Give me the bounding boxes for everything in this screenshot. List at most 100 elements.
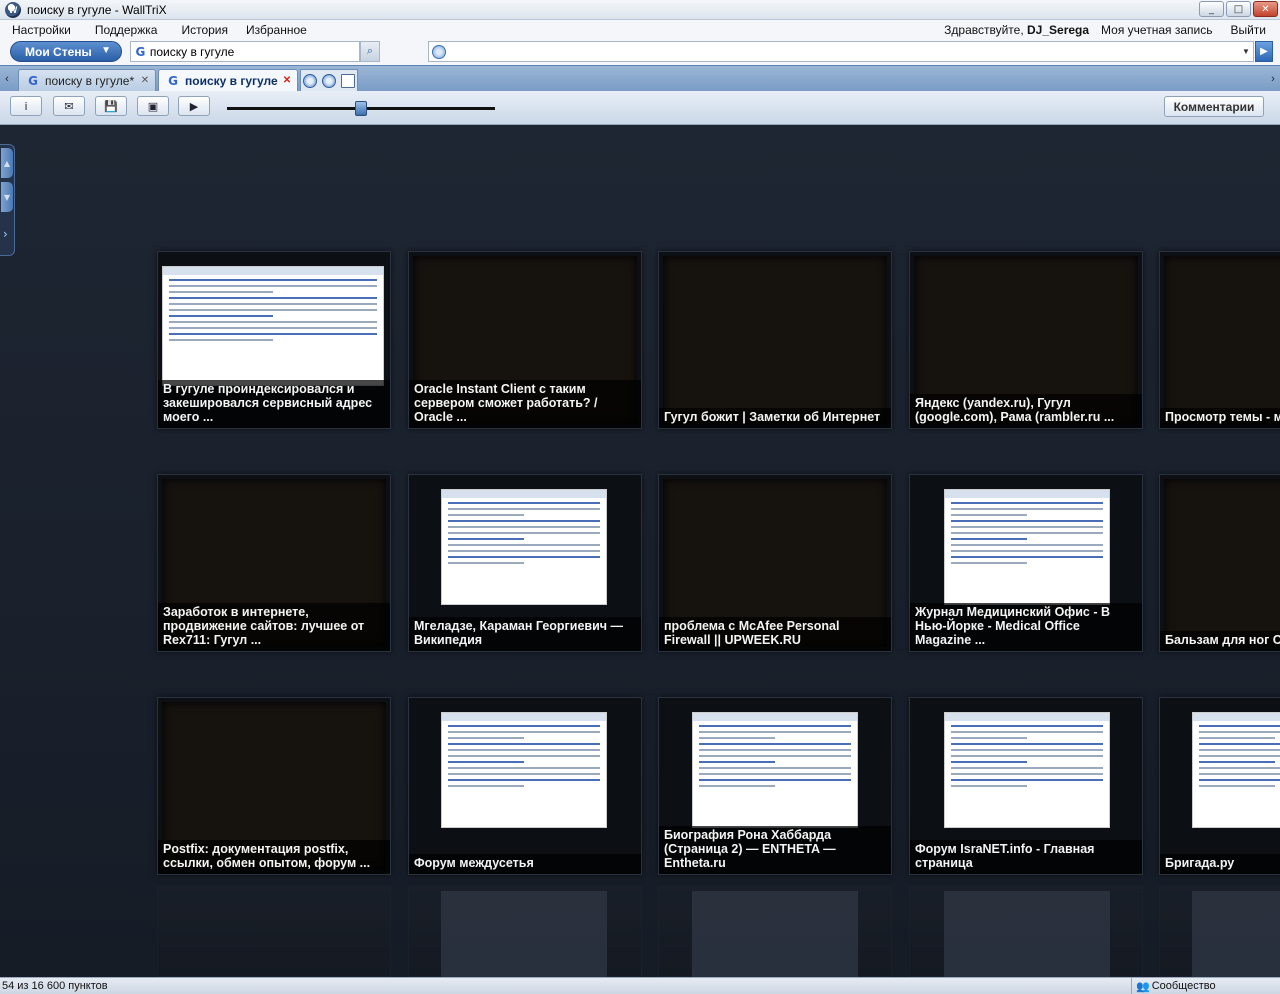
tile-caption: Заработок в интернете, продвижение сайто…	[158, 603, 390, 651]
menu-support[interactable]: Поддержка	[83, 23, 170, 37]
result-tile[interactable]: Форум IsraNET.info - Главная страница	[909, 697, 1143, 875]
item-count: 54 из 16 600 пунктов	[2, 980, 108, 992]
reflection-screenshot	[1192, 891, 1280, 977]
result-tile[interactable]: Oracle Instant Client с таким сервером с…	[408, 251, 642, 429]
page-screenshot	[944, 489, 1110, 605]
greeting: Здравствуйте, DJ_Serega	[932, 23, 1095, 37]
tile-caption: Мгеладзе, Караман Георгиевич — Википедия	[409, 617, 641, 651]
tile-reflection	[909, 886, 1143, 977]
reflection-screenshot	[441, 891, 607, 977]
comments-button[interactable]: Комментарии	[1164, 96, 1264, 117]
info-icon: i	[24, 99, 28, 113]
result-tile[interactable]: Бальзам для ног С Аюрведа Здесь	[1159, 474, 1280, 652]
tile-caption: Форум IsraNET.info - Главная страница	[910, 840, 1142, 874]
tile-reflection	[658, 886, 892, 977]
page-screenshot	[1192, 712, 1280, 828]
tile-caption: Oracle Instant Client с таким сервером с…	[409, 380, 641, 428]
go-button[interactable]: ▶	[1255, 41, 1273, 62]
result-tile[interactable]: Яндекс (yandex.ru), Гугул (google.com), …	[909, 251, 1143, 429]
tile-reflection	[408, 886, 642, 977]
tab-tools	[300, 69, 358, 91]
save-button[interactable]: 💾	[95, 96, 127, 116]
save-wall-icon: ▣	[147, 99, 159, 113]
slideshow-button[interactable]: ▶	[178, 96, 210, 116]
tile-caption: Журнал Медицинский Офис - В Нью-Йорке - …	[910, 603, 1142, 651]
save-wall-button[interactable]: ▣	[137, 96, 169, 116]
toolbar: i ✉ 💾 ▣ ▶ Комментарии	[0, 91, 1280, 125]
logout-link[interactable]: Выйти	[1224, 23, 1280, 37]
page-screenshot	[441, 712, 607, 828]
scroll-up-icon[interactable]: ▲	[1, 148, 13, 178]
result-tile[interactable]: Биография Рона Хаббарда (Страница 2) — E…	[658, 697, 892, 875]
tile-caption: проблема с McAfee Personal Firewall || U…	[659, 617, 891, 651]
menu-history[interactable]: История	[169, 23, 240, 37]
page-thumbnail-placeholder	[1164, 256, 1280, 424]
page-screenshot	[692, 712, 858, 828]
page-thumbnail-placeholder	[663, 256, 887, 424]
tab-search-draft[interactable]: G поиску в гугуле* ✕	[18, 69, 156, 92]
result-tile[interactable]: Форум междусетья	[408, 697, 642, 875]
status-bar: 54 из 16 600 пунктов 👥 Сообщество	[0, 977, 1280, 994]
people-icon: 👥	[1136, 979, 1150, 993]
grid-view-icon[interactable]	[340, 73, 355, 88]
window-title: поиску в гугуле - WallTriX	[27, 2, 167, 17]
result-tile[interactable]: В гугуле проиндексировался и закешировал…	[157, 251, 391, 429]
close-tab-icon[interactable]: ✕	[281, 74, 293, 86]
close-button[interactable]: ✕	[1253, 1, 1278, 17]
new-wall-tab-icon[interactable]	[321, 73, 336, 88]
result-tile[interactable]: Просмотр темы - модем в лицо? | С	[1159, 251, 1280, 429]
search-icon: ⌕	[366, 45, 374, 57]
search-input[interactable]	[149, 44, 359, 59]
results-wall[interactable]: ▲ ▼ › В гугуле проиндексировался и закеш…	[0, 126, 1280, 977]
result-tile[interactable]: Журнал Медицинский Офис - В Нью-Йорке - …	[909, 474, 1143, 652]
url-dropdown-icon[interactable]: ▼	[1239, 42, 1253, 61]
result-tile[interactable]: Заработок в интернете, продвижение сайто…	[157, 474, 391, 652]
minimize-button[interactable]: _	[1199, 1, 1224, 17]
account-link[interactable]: Моя учетная запись	[1095, 23, 1224, 37]
tile-caption: Гугул божит | Заметки об Интернет	[659, 408, 891, 428]
close-tab-icon[interactable]: ✕	[139, 74, 151, 86]
tab-bar: ‹ G поиску в гугуле* ✕ G поиску в гугуле…	[0, 65, 1280, 92]
page-screenshot	[944, 712, 1110, 828]
tile-caption: Postfix: документация postfix, ссылки, о…	[158, 840, 390, 874]
url-box[interactable]: ▼	[428, 41, 1254, 62]
tile-caption: Форум междусетья	[409, 854, 641, 874]
tile-caption: Бальзам для ног С Аюрведа Здесь	[1160, 631, 1280, 651]
expand-panel-icon[interactable]: ›	[3, 227, 8, 241]
save-icon: 💾	[104, 99, 118, 113]
chevron-down-icon: ▼	[101, 45, 111, 56]
community-button[interactable]: 👥 Сообщество	[1131, 978, 1216, 994]
zoom-slider-thumb[interactable]	[355, 101, 367, 116]
envelope-icon: ✉	[64, 99, 74, 113]
info-button[interactable]: i	[10, 96, 42, 116]
side-navigator: ▲ ▼ ›	[0, 144, 15, 256]
result-tile[interactable]: Мгеладзе, Караман Георгиевич — Википедия	[408, 474, 642, 652]
menu-favorites[interactable]: Избранное	[240, 23, 319, 37]
tab-search-active[interactable]: G поиску в гугуле ✕	[158, 69, 298, 92]
page-screenshot	[441, 489, 607, 605]
tile-reflection	[157, 886, 391, 977]
user-area: Здравствуйте, DJ_Serega Моя учетная запи…	[932, 20, 1280, 39]
menu-settings[interactable]: Настройки	[0, 23, 83, 37]
url-input[interactable]	[451, 44, 1253, 59]
email-button[interactable]: ✉	[53, 96, 85, 116]
result-tile[interactable]: проблема с McAfee Personal Firewall || U…	[658, 474, 892, 652]
result-tile[interactable]: Postfix: документация postfix, ссылки, о…	[157, 697, 391, 875]
tab-scroll-left-icon[interactable]: ‹	[1, 69, 13, 89]
search-button[interactable]: ⌕	[360, 41, 380, 62]
play-icon: ▶	[1260, 46, 1268, 57]
result-tile[interactable]: Гугул божит | Заметки об Интернет	[658, 251, 892, 429]
maximize-button[interactable]: □	[1226, 1, 1251, 17]
tile-caption: В гугуле проиндексировался и закешировал…	[158, 380, 390, 428]
scroll-down-icon[interactable]: ▼	[1, 182, 13, 212]
tab-scroll-right-icon[interactable]: ›	[1267, 69, 1279, 89]
search-box[interactable]: G	[130, 41, 360, 62]
page-thumbnail-placeholder	[1164, 479, 1280, 647]
my-walls-button[interactable]: Мои Стены ▼	[10, 41, 122, 62]
tile-reflection	[1159, 886, 1280, 977]
result-tile[interactable]: Бригада.ру	[1159, 697, 1280, 875]
google-icon: G	[28, 74, 38, 88]
globe-icon	[432, 44, 446, 59]
new-web-tab-icon[interactable]	[303, 73, 318, 88]
google-icon: G	[168, 74, 178, 88]
